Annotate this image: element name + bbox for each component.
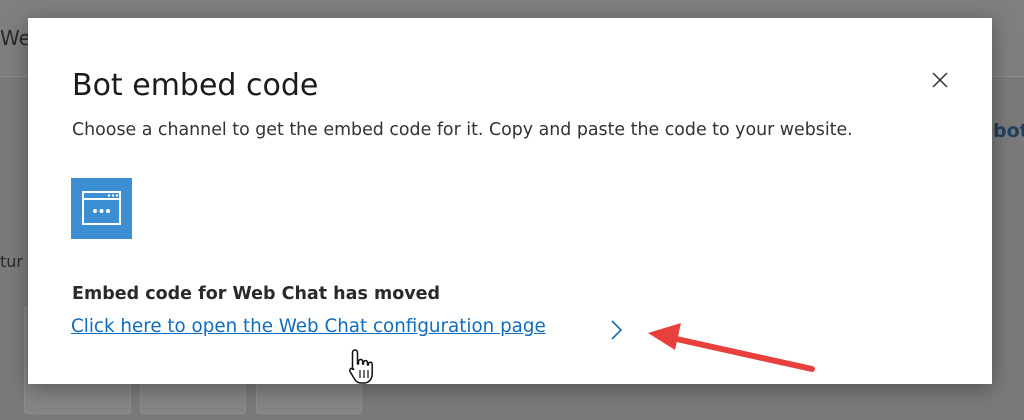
dialog-description: Choose a channel to get the embed code f… [72, 120, 853, 140]
chevron-right-icon[interactable] [610, 318, 624, 342]
close-icon [932, 72, 948, 88]
background-title-fragment: We [0, 26, 31, 50]
web-chat-configuration-link[interactable]: Click here to open the Web Chat configur… [71, 316, 546, 337]
close-button[interactable] [928, 68, 952, 92]
hand-cursor-icon [348, 349, 373, 384]
web-window-icon [82, 191, 121, 225]
embed-code-dialog: Bot embed code Choose a channel to get t… [28, 18, 992, 384]
background-text-fragment: tur [0, 252, 23, 271]
screen: We bot tur Bot embed code Choose a chann… [0, 0, 1024, 420]
moved-notice-heading: Embed code for Web Chat has moved [72, 284, 441, 304]
dialog-title: Bot embed code [72, 68, 319, 103]
background-link-fragment: bot [993, 120, 1024, 142]
web-chat-channel-tile[interactable] [71, 178, 132, 239]
